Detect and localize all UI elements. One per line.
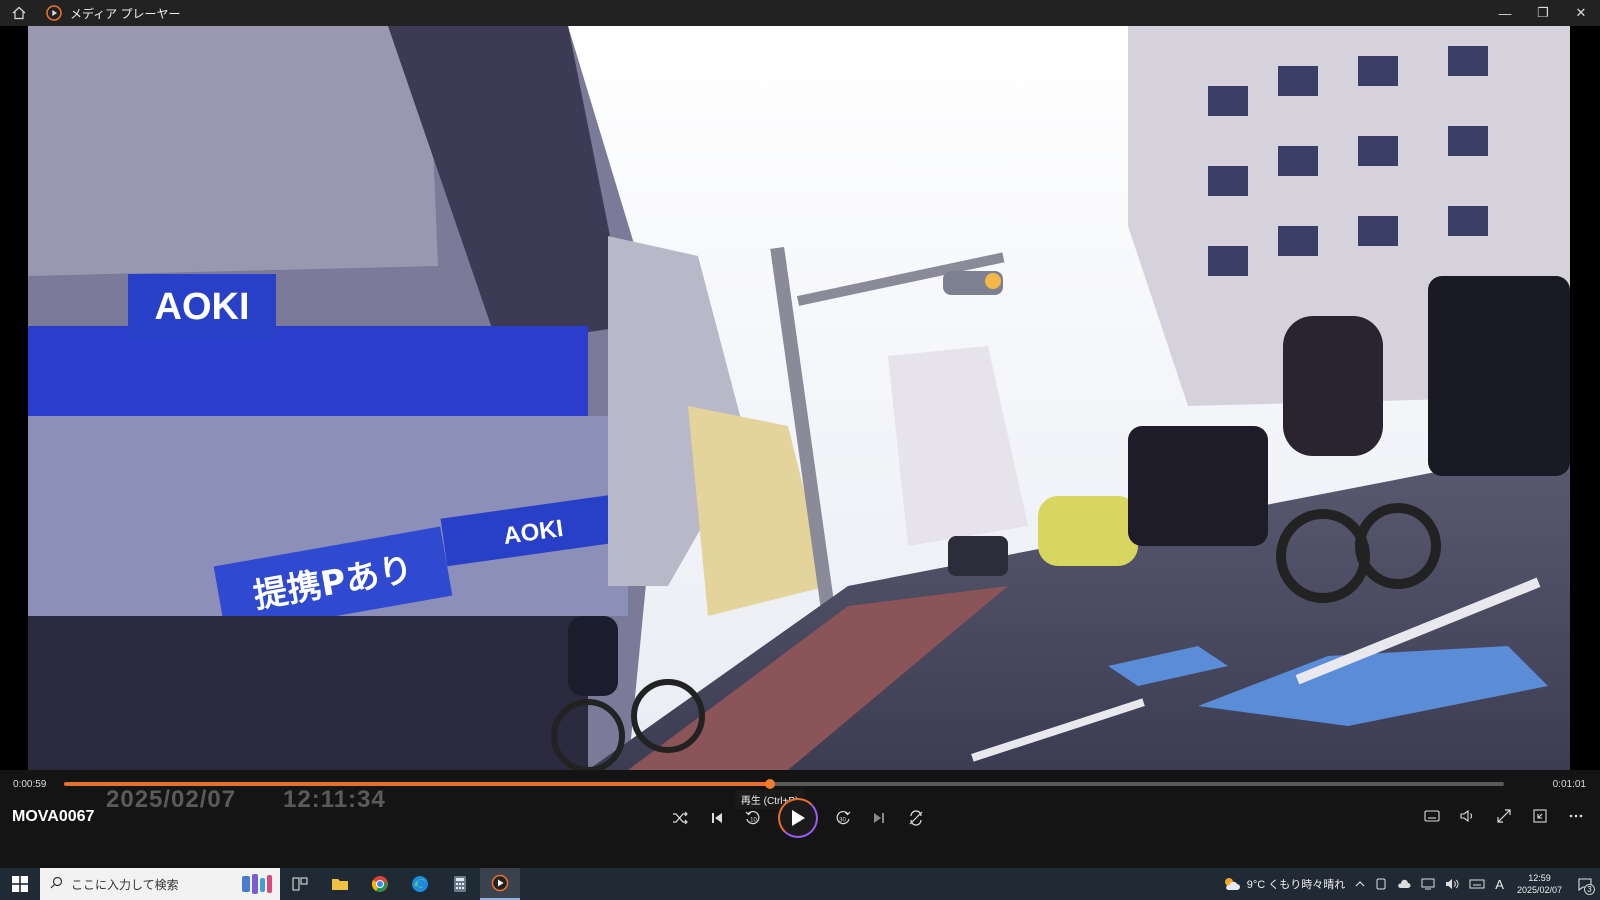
volume-tray-button[interactable] bbox=[1440, 878, 1464, 890]
transport-controls: 10 30 bbox=[668, 798, 928, 838]
onedrive-button[interactable] bbox=[1392, 879, 1416, 889]
title-bar: メディア プレーヤー — ❐ ✕ bbox=[0, 0, 1600, 26]
playback-controls: 0:00:59 0:01:01 再生 (Ctrl+P) 2025/02/07 1… bbox=[0, 770, 1600, 868]
shuffle-button[interactable] bbox=[668, 806, 692, 830]
more-options-button[interactable] bbox=[1564, 804, 1588, 828]
windows-logo-icon bbox=[12, 876, 28, 892]
secondary-controls bbox=[1420, 804, 1588, 828]
volume-button[interactable] bbox=[1456, 804, 1480, 828]
repeat-button[interactable] bbox=[904, 806, 928, 830]
video-overlay-time: 12:11:34 bbox=[283, 786, 386, 813]
yellow-car bbox=[1038, 496, 1138, 566]
search-highlight-art-icon bbox=[242, 874, 272, 894]
edge-icon bbox=[412, 876, 428, 892]
video-overlay-date: 2025/02/07 bbox=[106, 786, 237, 813]
play-icon bbox=[791, 810, 805, 826]
volume-icon bbox=[1460, 809, 1473, 823]
speaker-icon bbox=[1446, 879, 1459, 889]
touch-keyboard-button[interactable] bbox=[1464, 879, 1490, 889]
fullscreen-icon bbox=[1497, 809, 1511, 823]
previous-icon bbox=[711, 813, 722, 823]
shuffle-icon bbox=[673, 811, 688, 825]
weather-text: 9°C くもり時々晴れ bbox=[1246, 879, 1346, 891]
weather-widget[interactable]: 9°C くもり時々晴れ bbox=[1218, 876, 1351, 892]
media-player-icon bbox=[491, 874, 509, 892]
fullscreen-button[interactable] bbox=[1492, 804, 1516, 828]
network-icon bbox=[1421, 878, 1435, 890]
close-button[interactable]: ✕ bbox=[1562, 0, 1600, 26]
device-icon bbox=[1376, 878, 1386, 890]
total-duration: 0:01:01 bbox=[1552, 779, 1586, 790]
chevron-up-icon bbox=[1355, 881, 1365, 887]
rewind-10-icon: 10 bbox=[745, 810, 760, 825]
play-button[interactable] bbox=[777, 798, 818, 838]
calculator-icon bbox=[454, 876, 466, 892]
clock[interactable]: 12:59 2025/02/07 bbox=[1509, 872, 1570, 896]
repeat-off-icon bbox=[909, 810, 923, 826]
media-filename: MOVA0067 bbox=[12, 808, 95, 825]
minimize-button[interactable]: — bbox=[1486, 0, 1524, 26]
miniplayer-icon bbox=[1533, 809, 1547, 823]
restore-button[interactable]: ❐ bbox=[1524, 0, 1562, 26]
taskbar-media-player[interactable] bbox=[480, 868, 520, 900]
video-scene: AOKI AOKI 提携Pあり bbox=[28, 26, 1570, 770]
forward-label: 30 bbox=[839, 818, 846, 824]
keyboard-icon bbox=[1469, 879, 1485, 889]
miniplayer-button[interactable] bbox=[1528, 804, 1552, 828]
media-player-app-icon bbox=[46, 5, 62, 21]
ime-indicator[interactable]: A bbox=[1490, 877, 1509, 892]
seek-thumb[interactable] bbox=[764, 779, 775, 789]
taskbar: ここに入力して検索 9°C くもり時々晴れ A 12:59 2025/02/07… bbox=[0, 868, 1600, 900]
subtitles-icon bbox=[1424, 810, 1440, 822]
taskbar-search[interactable]: ここに入力して検索 bbox=[40, 868, 280, 900]
next-button[interactable] bbox=[867, 806, 891, 830]
taskbar-file-explorer[interactable] bbox=[320, 868, 360, 900]
system-tray: 9°C くもり時々晴れ A 12:59 2025/02/07 3 bbox=[1218, 868, 1600, 900]
forward-30-icon: 30 bbox=[836, 810, 851, 825]
next-icon bbox=[874, 813, 885, 823]
window-title: メディア プレーヤー bbox=[70, 6, 181, 21]
store-sign-text: AOKI bbox=[155, 286, 250, 328]
rewind-10-button[interactable]: 10 bbox=[741, 806, 765, 830]
home-button[interactable] bbox=[0, 0, 38, 26]
task-view-icon bbox=[292, 877, 308, 891]
notification-center-button[interactable]: 3 bbox=[1570, 868, 1600, 900]
video-frame[interactable]: AOKI AOKI 提携Pあり bbox=[28, 26, 1570, 770]
tray-app-icon[interactable] bbox=[1370, 878, 1392, 890]
subtitles-button[interactable] bbox=[1420, 804, 1444, 828]
clock-date: 2025/02/07 bbox=[1516, 885, 1562, 895]
window-controls: — ❐ ✕ bbox=[1486, 0, 1600, 26]
folder-icon bbox=[332, 879, 348, 890]
search-placeholder: ここに入力して検索 bbox=[71, 877, 179, 892]
cyclist bbox=[1283, 316, 1383, 456]
home-icon bbox=[12, 6, 26, 20]
show-hidden-icons-button[interactable] bbox=[1350, 880, 1370, 888]
cloud-icon bbox=[1398, 879, 1411, 888]
taskbar-edge[interactable] bbox=[400, 868, 440, 900]
rewind-label: 10 bbox=[750, 818, 757, 824]
store-facade bbox=[28, 326, 588, 426]
start-button[interactable] bbox=[0, 868, 40, 900]
taskbar-chrome[interactable] bbox=[360, 868, 400, 900]
previous-button[interactable] bbox=[705, 806, 729, 830]
more-icon bbox=[1569, 814, 1583, 818]
search-icon bbox=[50, 876, 63, 892]
clock-time: 12:59 bbox=[1528, 873, 1551, 883]
media-player-window: メディア プレーヤー — ❐ ✕ AOKI AOKI 提携Pあり 0:00:59… bbox=[0, 0, 1600, 868]
forward-30-button[interactable]: 30 bbox=[831, 806, 855, 830]
taskbar-calculator[interactable] bbox=[440, 868, 480, 900]
elapsed-time: 0:00:59 bbox=[13, 779, 47, 790]
chrome-icon bbox=[371, 876, 388, 892]
seek-bar[interactable] bbox=[64, 779, 1504, 789]
task-view-button[interactable] bbox=[280, 868, 320, 900]
weather-cloudy-icon bbox=[1224, 878, 1240, 890]
notification-count: 3 bbox=[1584, 884, 1595, 895]
black-van bbox=[1128, 426, 1268, 546]
network-button[interactable] bbox=[1416, 878, 1440, 890]
